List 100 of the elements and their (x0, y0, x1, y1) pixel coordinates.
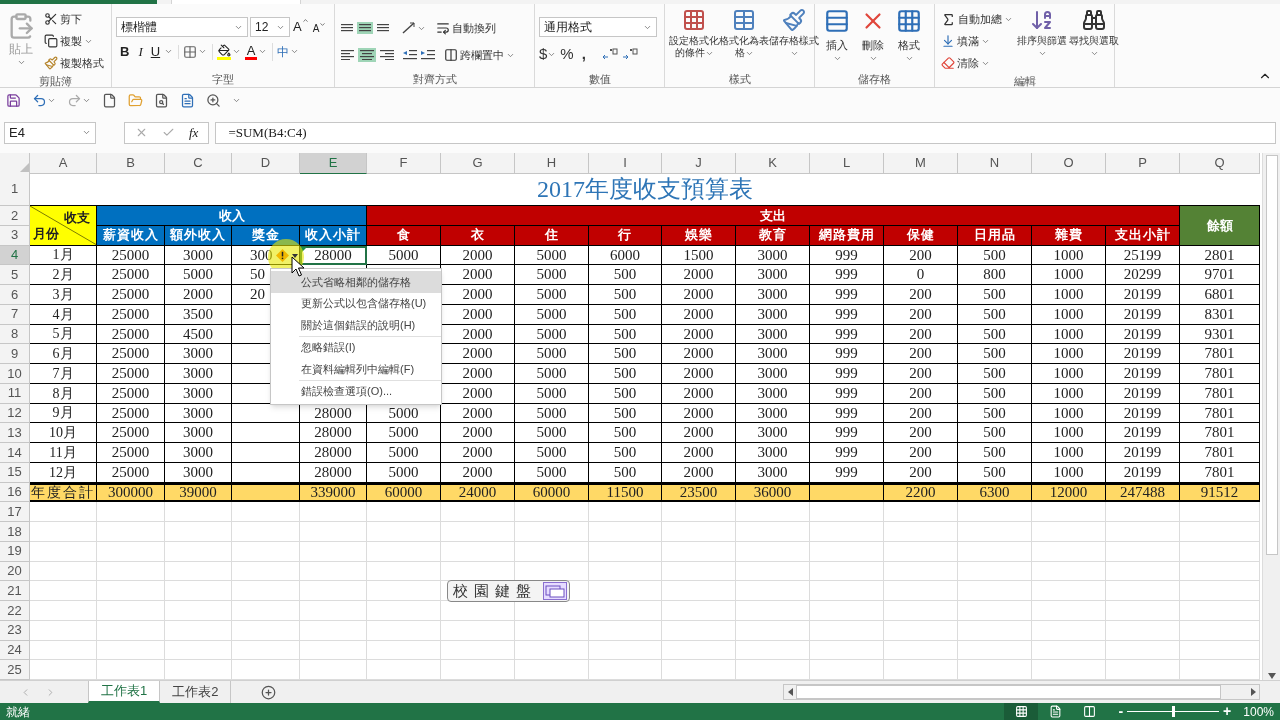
format-painter-button[interactable]: 複製格式 (42, 52, 106, 74)
row-number[interactable]: 5 (0, 265, 30, 285)
table-cell: 12000 (1032, 482, 1106, 503)
cut-button[interactable]: 剪下 (42, 8, 106, 30)
copy-button[interactable]: 複製 (42, 30, 106, 52)
column-header[interactable]: M (884, 153, 958, 174)
group-label: 樣式 (728, 72, 751, 86)
header-cell: 收入小計 (300, 225, 367, 246)
column-header[interactable]: E (300, 153, 367, 174)
column-header[interactable]: B (97, 153, 165, 174)
cells-button[interactable]: 格式 (891, 8, 927, 72)
table-cell: 2000 (441, 344, 515, 364)
row-number[interactable]: 10 (0, 364, 30, 384)
zoom-in-button[interactable]: + (1223, 701, 1232, 720)
insert-function-button[interactable]: fx (189, 122, 199, 143)
editing-button[interactable]: 自動加總 (939, 8, 1015, 30)
row-number[interactable]: 4 (0, 245, 30, 266)
formula-field[interactable]: =SUM(B4:C4) (215, 121, 1276, 144)
table-cell: 999 (810, 285, 884, 305)
column-header[interactable]: H (515, 153, 589, 174)
editing-button[interactable]: 排序與篩選 (1017, 8, 1067, 74)
row-number[interactable]: 6 (0, 285, 30, 305)
row-number[interactable]: 19 (0, 541, 30, 562)
editing-button[interactable]: 清除 (939, 52, 1015, 74)
bold-button[interactable]: B (116, 42, 134, 62)
table-cell: 200 (884, 245, 958, 266)
column-header[interactable]: A (30, 153, 97, 174)
phonetic-button[interactable]: 中 (272, 42, 300, 61)
font-size-field[interactable]: 12 (250, 17, 290, 37)
table-cell: 3000 (736, 443, 810, 463)
table-cell: 7月 (30, 364, 97, 384)
cells-button[interactable]: 插入 (819, 8, 855, 72)
menu-item[interactable]: 忽略錯誤(I) (271, 336, 441, 358)
row-number[interactable]: 3 (0, 225, 30, 246)
row-number[interactable]: 17 (0, 502, 30, 522)
menu-item[interactable]: 關於這個錯誤的說明(H) (271, 314, 441, 336)
column-header[interactable]: P (1106, 153, 1180, 174)
table-cell: 12月 (30, 462, 97, 483)
shrink-font-button[interactable]: A (311, 18, 328, 36)
row-number[interactable]: 23 (0, 620, 30, 641)
comma-button[interactable]: , (577, 43, 590, 66)
menu-item[interactable]: 公式省略相鄰的儲存格 (271, 271, 441, 293)
row-number[interactable]: 22 (0, 601, 30, 621)
number-format-field[interactable]: 通用格式 (539, 17, 657, 37)
font-name-field[interactable]: 標楷體 (116, 17, 248, 37)
row-number[interactable]: 2 (0, 206, 30, 226)
column-header[interactable]: J (662, 153, 736, 174)
menu-item[interactable]: 在資料編輯列中編輯(F) (271, 358, 441, 380)
column-header[interactable]: O (1032, 153, 1106, 174)
row-number[interactable]: 14 (0, 443, 30, 463)
column-header[interactable]: C (165, 153, 232, 174)
table-cell: 500 (958, 285, 1032, 305)
grow-font-button[interactable]: A (292, 17, 310, 37)
underline-button[interactable]: U (147, 42, 164, 62)
column-header[interactable]: G (441, 153, 515, 174)
editing-button[interactable]: 填滿 (939, 30, 1015, 52)
table-cell: 2000 (441, 403, 515, 424)
sheet-tab[interactable]: 工作表1 (88, 681, 161, 703)
table-cell: 5000 (515, 403, 589, 424)
table-cell: 200 (884, 364, 958, 384)
row-number[interactable]: 18 (0, 522, 30, 542)
column-header[interactable]: F (367, 153, 441, 174)
column-header[interactable]: Q (1180, 153, 1260, 174)
table-cell: 1000 (1032, 383, 1106, 404)
row-number[interactable]: 1 (0, 172, 30, 206)
row-number[interactable]: 25 (0, 660, 30, 680)
table-cell: 5000 (515, 285, 589, 305)
table-cell: 1000 (1032, 245, 1106, 266)
styles-button[interactable]: 儲存格樣式 (769, 8, 819, 72)
table-cell: 6801 (1180, 285, 1260, 305)
row-number[interactable]: 21 (0, 581, 30, 601)
editing-button[interactable]: 尋找與選取 (1069, 8, 1119, 74)
zoom-out-button[interactable]: - (1118, 701, 1124, 720)
italic-button[interactable]: I (134, 42, 147, 62)
row-number[interactable]: 7 (0, 304, 30, 325)
name-box[interactable]: E4 (4, 121, 96, 144)
row-number[interactable]: 20 (0, 561, 30, 582)
row-number[interactable]: 11 (0, 383, 30, 404)
percent-button[interactable]: % (560, 43, 574, 66)
menu-item[interactable]: 錯誤檢查選項(O)... (271, 380, 441, 402)
row-number[interactable]: 24 (0, 640, 30, 661)
cells-button[interactable]: 刪除 (855, 8, 891, 72)
wrap-text-button[interactable]: 自動換列 (434, 17, 498, 39)
column-header[interactable]: N (958, 153, 1032, 174)
styles-button[interactable]: 格式化為表格 (719, 8, 769, 72)
table-cell: 200 (884, 443, 958, 463)
styles-button[interactable]: 設定格式化的條件 (669, 8, 719, 72)
column-header[interactable]: I (589, 153, 662, 174)
font-color-button[interactable]: A (245, 43, 268, 60)
row-number[interactable]: 8 (0, 324, 30, 345)
row-number[interactable]: 13 (0, 423, 30, 443)
row-number[interactable]: 9 (0, 344, 30, 364)
column-header[interactable]: L (810, 153, 884, 174)
row-number[interactable]: 12 (0, 403, 30, 424)
column-header[interactable]: D (232, 153, 300, 174)
currency-button[interactable]: $ (539, 43, 557, 66)
row-number[interactable]: 16 (0, 482, 30, 503)
merge-center-button[interactable]: 跨欄置中 (442, 44, 517, 66)
column-header[interactable]: K (736, 153, 810, 174)
row-number[interactable]: 15 (0, 462, 30, 483)
